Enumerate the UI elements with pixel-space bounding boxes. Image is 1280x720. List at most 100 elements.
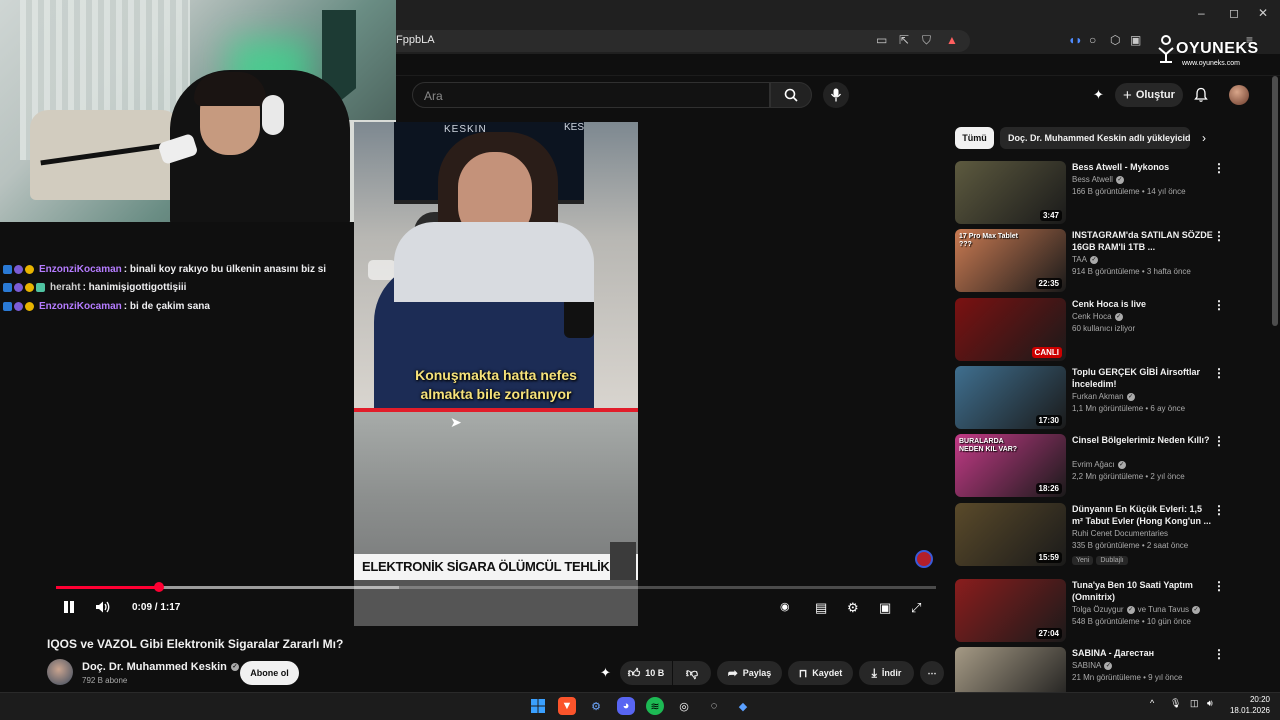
channel-name-text[interactable]: Ruhi Cenet Documentaries xyxy=(1072,529,1168,538)
video-thumbnail[interactable]: 17:30 xyxy=(955,366,1066,429)
tray-chevron-icon[interactable]: ^ xyxy=(1150,698,1154,708)
recommendation-title[interactable]: INSTAGRAM'da SATILAN SÖZDE 16GB RAM'li 1… xyxy=(1072,229,1214,253)
app-icon[interactable]: ◆ xyxy=(734,697,752,715)
channel-watermark-icon[interactable] xyxy=(915,550,933,568)
bell-icon[interactable] xyxy=(1193,87,1209,103)
recommendation-channel[interactable]: Evrim Ağacı ✓ xyxy=(1072,460,1126,469)
search-button[interactable] xyxy=(770,82,812,108)
share-button[interactable]: ➦ Paylaş xyxy=(717,661,782,685)
recommendation-channel[interactable]: Cenk Hoca ✓ xyxy=(1072,312,1123,321)
channel-name-text[interactable]: Evrim Ağacı xyxy=(1072,460,1115,469)
video-thumbnail[interactable]: BURALARDA NEDEN KIL VAR? 18:26 xyxy=(955,434,1066,497)
more-options-icon[interactable]: ⋮ xyxy=(1213,503,1225,517)
recommendation-channel[interactable]: TAA ✓ xyxy=(1072,255,1098,264)
recommendation-title[interactable]: Dünyanın En Küçük Evleri: 1,5 m² Tabut E… xyxy=(1072,503,1214,527)
miniplayer-icon[interactable]: ▣ xyxy=(879,600,891,616)
pause-button[interactable] xyxy=(62,600,76,614)
video-thumbnail[interactable]: 17 Pro Max Tablet ??? 22:35 xyxy=(955,229,1066,292)
extension-icon[interactable]: ▣ xyxy=(1130,33,1141,47)
recommendation-item[interactable]: 27:04 Tuna'ya Ben 10 Saati Yaptım (Omnitr… xyxy=(955,579,1235,643)
recommendation-channel[interactable]: SABINA ✓ xyxy=(1072,661,1113,670)
video-thumbnail[interactable]: CANLI xyxy=(955,298,1066,361)
voice-search-button[interactable] xyxy=(823,82,849,108)
recommendation-title[interactable]: Toplu GERÇEK GİBİ Airsoftlar İnceledim! xyxy=(1072,366,1214,390)
channel-name-text[interactable]: Tolga Özuygur xyxy=(1072,605,1124,614)
app-icon[interactable]: ◌ xyxy=(705,697,723,715)
chat-username[interactable]: heraht xyxy=(50,282,81,293)
channel-name-text[interactable]: Furkan Akman xyxy=(1072,392,1124,401)
more-options-icon[interactable]: ⋮ xyxy=(1213,161,1225,175)
download-button[interactable]: ⤓ İndir xyxy=(859,661,914,685)
recommendation-item[interactable]: 3:47 Bess Atwell - Mykonos Bess Atwell ✓ 166… xyxy=(955,161,1235,225)
fullscreen-icon[interactable]: ⤢ xyxy=(911,600,921,616)
url-text[interactable]: FppbLA xyxy=(396,34,435,46)
more-options-icon[interactable]: ⋮ xyxy=(1213,647,1225,661)
speaker-icon[interactable]: 🔊︎ xyxy=(1207,698,1213,709)
more-options-icon[interactable]: ⋮ xyxy=(1213,366,1225,380)
windows-start-icon[interactable] xyxy=(529,697,547,715)
save-button[interactable]: ⊓ Kaydet xyxy=(788,661,853,685)
sparkle-icon[interactable]: ✦ xyxy=(1093,87,1104,103)
recommendation-item[interactable]: 15:59 Dünyanın En Küçük Evleri: 1,5 m² Ta… xyxy=(955,503,1235,567)
system-clock[interactable]: 20:20 18.01.2026 xyxy=(1224,694,1270,716)
extension-icon[interactable]: ⬡ xyxy=(1110,33,1120,47)
tray-mic-icon[interactable]: 🎙︎ xyxy=(1170,698,1181,709)
discord-icon[interactable]: ◕ xyxy=(617,697,635,715)
recommendation-channel[interactable]: Ruhi Cenet Documentaries xyxy=(1072,529,1168,538)
minimize-icon[interactable]: – xyxy=(1198,6,1205,20)
recommendation-title[interactable]: Tuna'ya Ben 10 Saati Yaptım (Omnitrix) xyxy=(1072,579,1214,603)
recommendation-title[interactable]: Bess Atwell - Mykonos xyxy=(1072,161,1214,173)
audio-icon[interactable]: ◖◗ xyxy=(1068,33,1083,47)
chip-channel[interactable]: Doç. Dr. Muhammed Keskin adlı yükleyicid xyxy=(1000,127,1190,149)
maximize-icon[interactable]: ◻ xyxy=(1229,6,1239,20)
channel-avatar[interactable] xyxy=(47,659,73,685)
channel-name-text[interactable]: Cenk Hoca xyxy=(1072,312,1112,321)
close-icon[interactable]: ✕ xyxy=(1258,6,1268,20)
subtitles-icon[interactable]: ▤ xyxy=(815,600,827,616)
more-actions-button[interactable]: ⋯ xyxy=(920,661,944,685)
spotify-icon[interactable]: ≋ xyxy=(646,697,664,715)
chat-username[interactable]: EnzonziKocaman xyxy=(39,301,122,312)
screen-icon[interactable]: ▭ xyxy=(876,33,887,47)
chat-username[interactable]: EnzonziKocaman xyxy=(39,264,122,275)
channel-name-text[interactable]: ve Tuna Tavus xyxy=(1138,605,1189,614)
recommendation-title[interactable]: Cenk Hoca is live xyxy=(1072,298,1214,310)
autoplay-toggle-icon[interactable]: ◉ xyxy=(780,600,790,613)
progress-handle[interactable] xyxy=(153,582,164,592)
steam-icon[interactable]: ⚙ xyxy=(587,697,605,715)
settings-icon[interactable]: ⚙ xyxy=(847,600,859,616)
obs-icon[interactable]: ◎ xyxy=(675,697,693,715)
video-player[interactable]: KESKIN KES Konuşmakta hatta nefes almakt… xyxy=(354,122,638,626)
recommendation-item[interactable]: BURALARDA NEDEN KIL VAR? 18:26 Cinsel Bölg… xyxy=(955,434,1235,498)
recommendation-title[interactable]: Cinsel Bölgelerimiz Neden Kıllı? xyxy=(1072,434,1214,446)
recommendation-item[interactable]: 17:30 Toplu GERÇEK GİBİ Airsoftlar İncele… xyxy=(955,366,1235,430)
channel-name-text[interactable]: SABINA xyxy=(1072,661,1101,670)
create-button[interactable]: + Oluştur xyxy=(1115,83,1183,107)
recommendation-title[interactable]: SABINA - Дагестан xyxy=(1072,647,1214,659)
avatar[interactable] xyxy=(1229,85,1249,105)
recommendation-channel[interactable]: Tolga Özuygur ✓ ve Tuna Tavus ✓ xyxy=(1072,605,1201,614)
rewards-icon[interactable]: ▲ xyxy=(946,33,958,47)
like-button[interactable]: 👍︎ 10 B xyxy=(620,661,672,685)
subscribe-button[interactable]: Abone ol xyxy=(240,661,299,685)
channel-name-text[interactable]: Doç. Dr. Muhammed Keskin xyxy=(82,661,227,673)
more-options-icon[interactable]: ⋮ xyxy=(1213,298,1225,312)
video-thumbnail[interactable]: 15:59 xyxy=(955,503,1066,566)
scrollbar[interactable] xyxy=(1272,76,1278,326)
brave-browser-icon[interactable]: ▼ xyxy=(558,697,576,715)
video-thumbnail[interactable]: 27:04 xyxy=(955,579,1066,642)
recommendation-channel[interactable]: Furkan Akman ✓ xyxy=(1072,392,1135,401)
more-options-icon[interactable]: ⋮ xyxy=(1213,434,1225,448)
network-icon[interactable]: ◫ xyxy=(1190,698,1199,709)
shield-icon[interactable]: ⛉ xyxy=(922,33,931,48)
search-input[interactable] xyxy=(412,82,770,108)
recommendation-item[interactable]: 17 Pro Max Tablet ??? 22:35 INSTAGRAM'da S… xyxy=(955,229,1235,293)
more-options-icon[interactable]: ⋮ xyxy=(1213,229,1225,243)
dislike-button[interactable]: 👎︎ xyxy=(673,661,711,685)
channel-name-text[interactable]: TAA xyxy=(1072,255,1087,264)
video-thumbnail[interactable]: 3:47 xyxy=(955,161,1066,224)
more-options-icon[interactable]: ⋮ xyxy=(1213,579,1225,593)
chip-all[interactable]: Tümü xyxy=(955,127,994,149)
share-icon[interactable]: ⇱ xyxy=(899,33,909,47)
extension-icon[interactable]: ○ xyxy=(1089,33,1096,47)
